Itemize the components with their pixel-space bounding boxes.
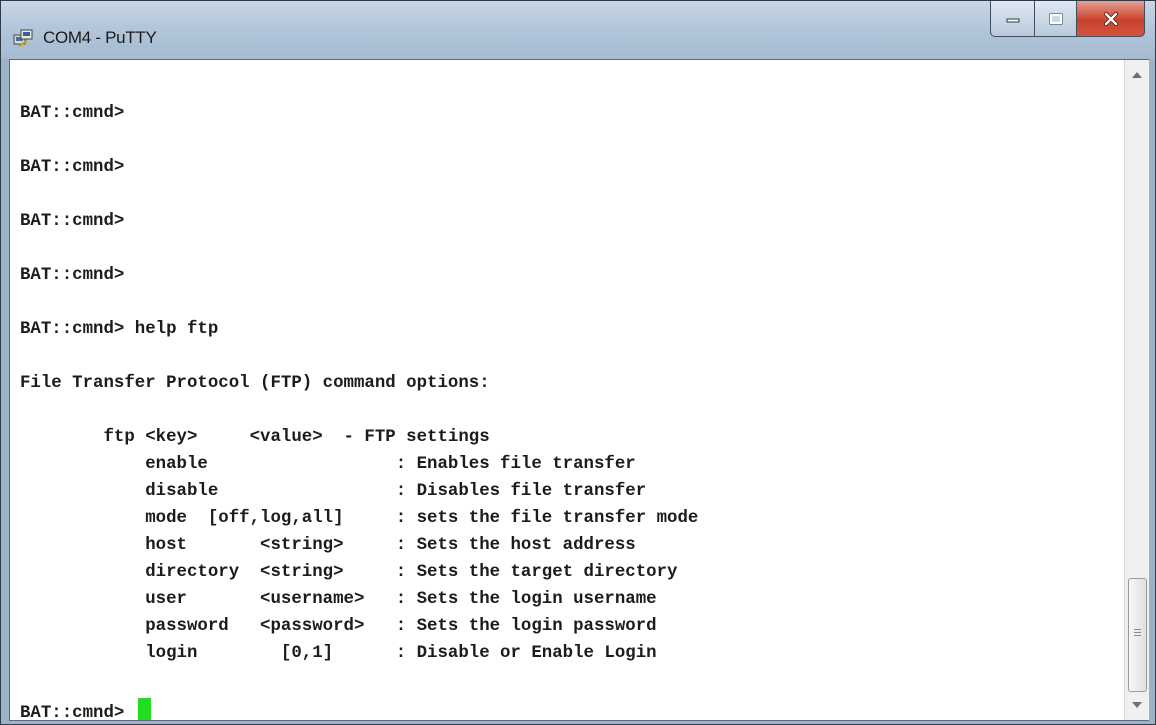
terminal-line: disable : Disables file transfer bbox=[20, 482, 647, 501]
minimize-icon bbox=[1006, 18, 1019, 22]
title-bar[interactable]: COM4 - PuTTY bbox=[1, 1, 1155, 59]
close-button[interactable] bbox=[1077, 1, 1145, 37]
maximize-icon bbox=[1049, 13, 1062, 24]
grip-line bbox=[1134, 635, 1141, 636]
terminal-screen[interactable]: BAT::cmnd> BAT::cmnd> BAT::cmnd> BAT::cm… bbox=[10, 60, 1123, 720]
terminal-line: BAT::cmnd> bbox=[20, 158, 125, 177]
command-prompt: BAT::cmnd> bbox=[20, 704, 135, 720]
window-title: COM4 - PuTTY bbox=[43, 28, 157, 47]
terminal-line: BAT::cmnd> bbox=[20, 266, 125, 285]
close-icon bbox=[1103, 11, 1118, 26]
minimize-button[interactable] bbox=[990, 1, 1035, 37]
terminal-line: login [0,1] : Disable or Enable Login bbox=[20, 644, 657, 663]
terminal-area: BAT::cmnd> BAT::cmnd> BAT::cmnd> BAT::cm… bbox=[9, 59, 1149, 721]
window-controls bbox=[990, 1, 1145, 41]
vertical-scrollbar[interactable] bbox=[1124, 60, 1149, 720]
terminal-line: BAT::cmnd> bbox=[20, 104, 125, 123]
terminal-line: enable : Enables file transfer bbox=[20, 455, 636, 474]
text-cursor bbox=[137, 698, 151, 720]
scroll-down-arrow-icon[interactable] bbox=[1132, 702, 1142, 708]
maximize-button[interactable] bbox=[1035, 1, 1077, 37]
terminal-line: File Transfer Protocol (FTP) command opt… bbox=[20, 374, 490, 393]
terminal-line: mode [off,log,all] : sets the file trans… bbox=[20, 509, 699, 528]
grip-line bbox=[1134, 632, 1141, 633]
grip-line bbox=[1134, 629, 1141, 630]
scrollbar-thumb[interactable] bbox=[1128, 578, 1147, 692]
putty-icon[interactable] bbox=[13, 29, 33, 49]
terminal-line: ftp <key> <value> - FTP settings bbox=[20, 428, 490, 447]
terminal-line: BAT::cmnd> bbox=[20, 212, 125, 231]
scroll-up-arrow-icon[interactable] bbox=[1132, 72, 1142, 78]
terminal-line: BAT::cmnd> help ftp bbox=[20, 320, 219, 339]
terminal-prompt-line: BAT::cmnd> bbox=[20, 698, 151, 720]
terminal-line: user <username> : Sets the login usernam… bbox=[20, 590, 657, 609]
terminal-line: directory <string> : Sets the target dir… bbox=[20, 563, 678, 582]
terminal-line: password <password> : Sets the login pas… bbox=[20, 617, 657, 636]
terminal-line: host <string> : Sets the host address bbox=[20, 536, 636, 555]
putty-window: COM4 - PuTTY BAT::cmnd> BAT::cmnd> BAT::… bbox=[0, 0, 1156, 725]
